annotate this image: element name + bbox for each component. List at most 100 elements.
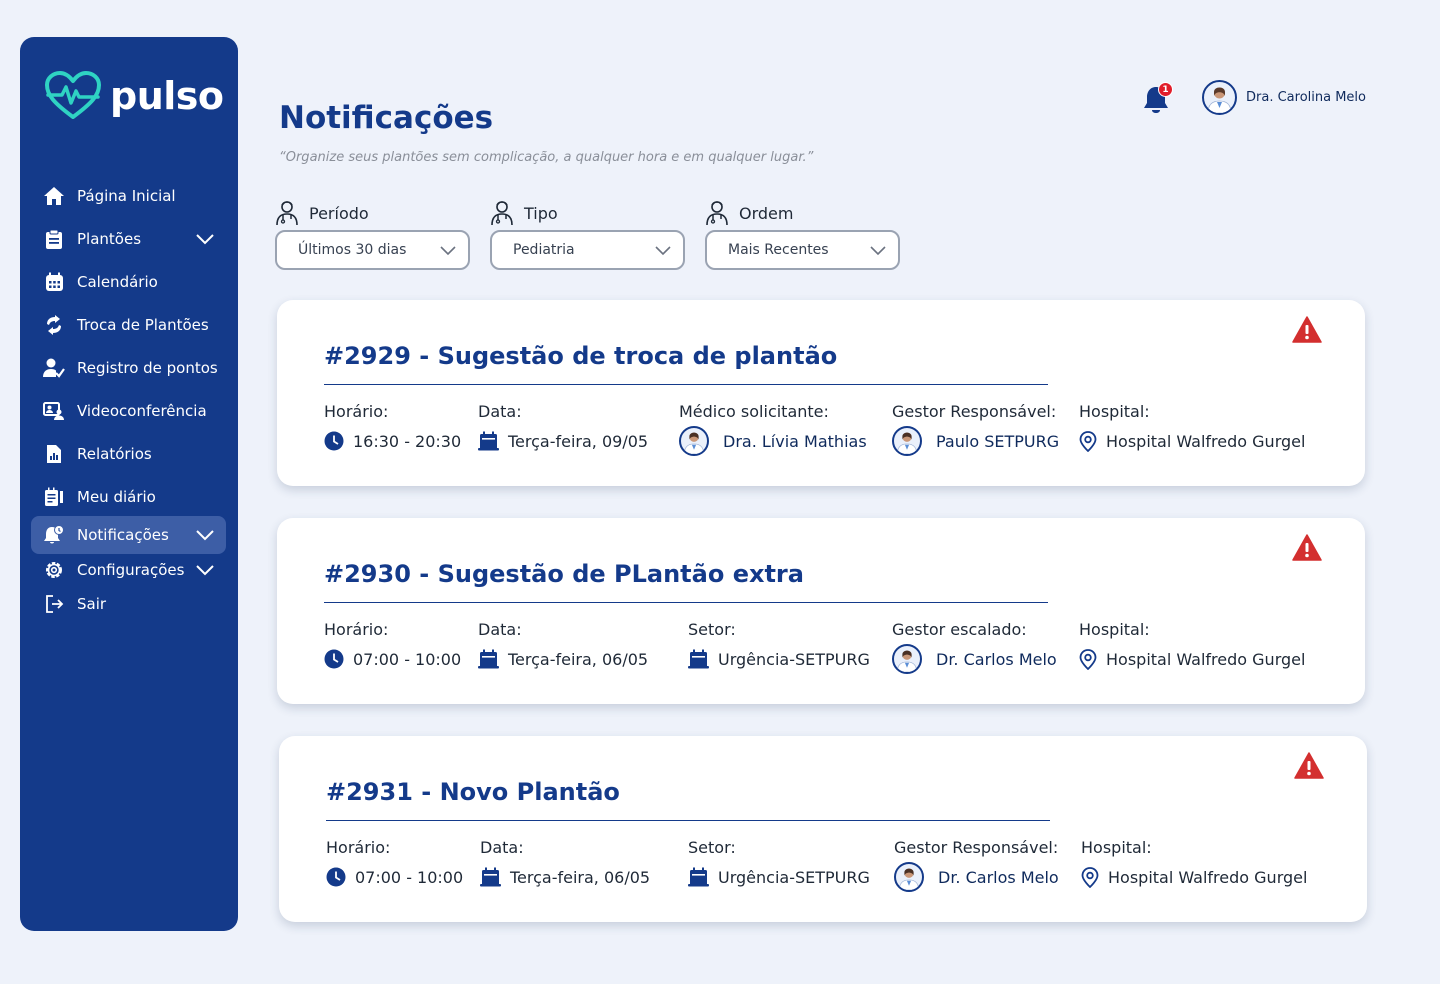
field-value: Hospital Walfredo Gurgel (1108, 867, 1308, 887)
filter-periodo: Período Últimos 30 dias (275, 200, 470, 270)
sidebar-item-relatorios[interactable]: Relatórios (31, 435, 226, 473)
notification-card[interactable]: #2930 - Sugestão de PLantão extra Horário… (277, 518, 1365, 704)
field-label: Data: (480, 838, 524, 857)
field-value: Hospital Walfredo Gurgel (1106, 431, 1306, 451)
field-label: Data: (478, 620, 522, 639)
sidebar-item-label: Plantões (77, 230, 142, 248)
filter-ordem: Ordem Mais Recentes (705, 200, 900, 270)
report-icon (43, 443, 65, 465)
sidebar-item-plantoes[interactable]: Plantões (31, 220, 226, 258)
location-pin-icon (1079, 430, 1097, 452)
tipo-select[interactable]: Pediatria (490, 230, 685, 270)
notification-badge: 1 (1158, 82, 1173, 97)
card-title: #2929 - Sugestão de troca de plantão (324, 342, 838, 370)
chevron-down-icon[interactable] (196, 231, 214, 249)
sidebar-item-label: Registro de pontos (77, 359, 218, 377)
chevron-down-icon[interactable] (196, 562, 214, 580)
sidebar-item-label: Página Inicial (77, 187, 176, 205)
divider (326, 820, 1050, 821)
sidebar-item-configuracoes[interactable]: Configurações (31, 551, 226, 589)
location-pin-icon (1079, 648, 1097, 670)
filter-tipo: Tipo Pediatria (490, 200, 685, 270)
warning-icon (1292, 316, 1322, 347)
ordem-select[interactable]: Mais Recentes (705, 230, 900, 270)
field-label: Hospital: (1079, 402, 1150, 421)
user-menu[interactable]: Dra. Carolina Melo (1202, 80, 1366, 115)
card-field: Setor: Urgência-SETPURG (688, 838, 870, 890)
sidebar-item-video[interactable]: Videoconferência (31, 392, 226, 430)
field-value: Terça-feira, 06/05 (510, 867, 651, 887)
calendar-icon (43, 271, 65, 293)
field-label: Setor: (688, 620, 736, 639)
logo[interactable]: pulso (44, 71, 224, 121)
sidebar-item-label: Notificações (77, 526, 169, 544)
notifications-bell-button[interactable]: 1 (1142, 82, 1173, 114)
sidebar-item-diario[interactable]: Meu diário (31, 478, 226, 516)
avatar (894, 862, 924, 892)
field-label: Setor: (688, 838, 736, 857)
card-field: Hospital: Hospital Walfredo Gurgel (1079, 402, 1305, 454)
sidebar-item-label: Calendário (77, 273, 158, 291)
field-label: Horário: (326, 838, 391, 857)
field-value: 16:30 - 20:30 (353, 431, 462, 451)
chevron-down-icon (440, 244, 456, 260)
field-label: Médico solicitante: (679, 402, 829, 421)
card-field: Horário: 07:00 - 10:00 (324, 620, 461, 672)
field-label: Gestor escalado: (892, 620, 1027, 639)
card-field: Gestor escalado: Dr. Carlos Melo (892, 620, 1057, 674)
sidebar-item-label: Configurações (77, 561, 185, 579)
card-field: Horário: 16:30 - 20:30 (324, 402, 461, 454)
sidebar-item-registro[interactable]: Registro de pontos (31, 349, 226, 387)
diary-icon (43, 486, 65, 508)
field-value: Urgência-SETPURG (718, 649, 870, 669)
periodo-select[interactable]: Últimos 30 dias (275, 230, 470, 270)
sidebar-item-troca[interactable]: Troca de Plantões (31, 306, 226, 344)
swap-icon (43, 314, 65, 336)
card-field: Hospital: Hospital Walfredo Gurgel (1079, 620, 1305, 672)
notification-card[interactable]: #2929 - Sugestão de troca de plantão Horá… (277, 300, 1365, 486)
location-pin-icon (1081, 866, 1099, 888)
filter-label: Tipo (524, 203, 558, 223)
chevron-down-icon[interactable] (196, 527, 214, 545)
field-label: Gestor Responsável: (894, 838, 1059, 857)
card-field: Setor: Urgência-SETPURG (688, 620, 870, 672)
field-label: Horário: (324, 402, 389, 421)
brand-name: pulso (110, 74, 224, 118)
user-check-icon (43, 357, 65, 379)
field-value: Hospital Walfredo Gurgel (1106, 649, 1306, 669)
calendar-icon (688, 867, 709, 888)
field-value: Paulo SETPURG (936, 431, 1060, 451)
warning-icon (1294, 752, 1324, 783)
calendar-icon (478, 649, 499, 670)
field-label: Hospital: (1081, 838, 1152, 857)
logout-icon (43, 593, 65, 615)
page-title: Notificações (279, 100, 494, 136)
sidebar-item-sair[interactable]: Sair (31, 585, 226, 623)
filter-label: Ordem (739, 203, 794, 223)
sidebar-item-label: Troca de Plantões (77, 316, 209, 334)
avatar (1202, 80, 1237, 115)
sidebar-item-label: Sair (77, 595, 107, 613)
chevron-down-icon (870, 244, 886, 260)
sidebar: pulso Página Inicial Plantões Calendário (20, 37, 238, 931)
field-value: Dra. Lívia Mathias (723, 431, 867, 451)
page-subtitle: “Organize seus plantões sem complicação,… (279, 150, 814, 165)
selected-value: Pediatria (513, 242, 575, 258)
field-value: 07:00 - 10:00 (355, 867, 464, 887)
field-value: Terça-feira, 09/05 (508, 431, 649, 451)
avatar (892, 426, 922, 456)
field-label: Horário: (324, 620, 389, 639)
sidebar-item-notificacoes[interactable]: Notificações (31, 516, 226, 554)
notification-card[interactable]: #2931 - Novo Plantão Horário: 07:00 - 10:0… (279, 736, 1367, 922)
card-field: Hospital: Hospital Walfredo Gurgel (1081, 838, 1307, 890)
chevron-down-icon (655, 244, 671, 260)
warning-icon (1292, 534, 1322, 565)
home-icon (43, 185, 65, 207)
sidebar-item-label: Videoconferência (77, 402, 207, 420)
card-title: #2930 - Sugestão de PLantão extra (324, 560, 804, 588)
doctor-icon (276, 201, 298, 226)
video-call-icon (43, 400, 65, 422)
sidebar-item-home[interactable]: Página Inicial (31, 177, 226, 215)
sidebar-item-calendario[interactable]: Calendário (31, 263, 226, 301)
clock-icon (326, 867, 346, 887)
